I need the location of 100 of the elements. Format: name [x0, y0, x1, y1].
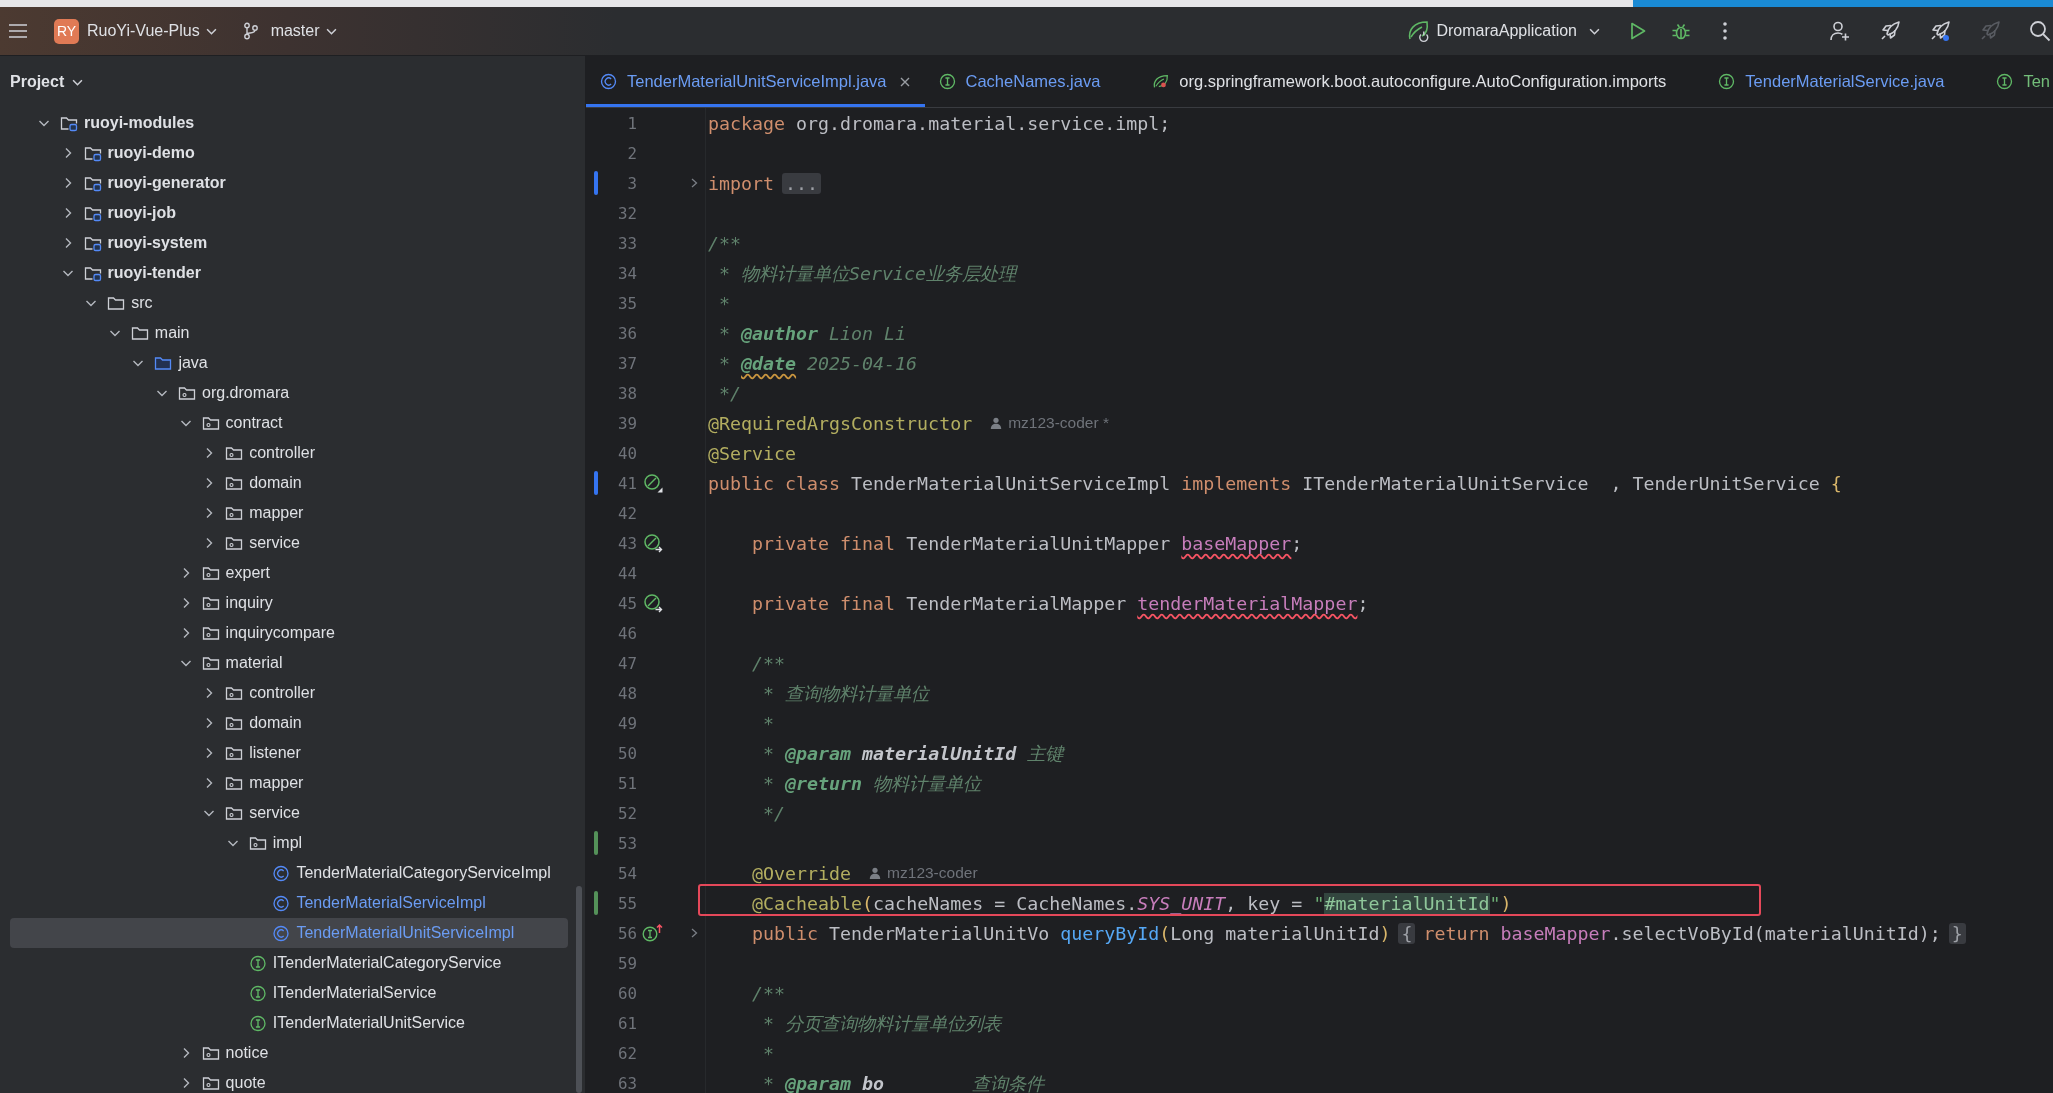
tree-item[interactable]: impl [10, 828, 568, 858]
branch-selector[interactable]: master [236, 15, 343, 47]
change-marker[interactable] [594, 171, 598, 195]
tree-item[interactable]: TenderMaterialCategoryServiceImpl [10, 858, 568, 888]
tree-item[interactable]: TenderMaterialUnitServiceImpl [10, 918, 568, 948]
tree-item[interactable]: ruoyi-modules [10, 108, 568, 138]
line-number: 51 [616, 773, 637, 793]
change-marker[interactable] [594, 831, 598, 855]
tree-item[interactable]: notice [10, 1038, 568, 1068]
code-line: * @date 2025-04-16 [719, 352, 918, 374]
leaf-icon [1152, 73, 1170, 90]
tree-item[interactable]: ITenderMaterialUnitService [10, 1008, 568, 1038]
tree-item[interactable]: contract [10, 408, 568, 438]
circle-slash-icon[interactable] [642, 533, 663, 553]
code-line: * [719, 292, 731, 314]
fold-icon[interactable] [689, 927, 699, 939]
more-icon [1723, 22, 1727, 40]
folder-icon [154, 354, 173, 372]
tree-item[interactable]: controller [10, 438, 568, 468]
change-marker[interactable] [594, 891, 598, 915]
line-number: 43 [616, 533, 637, 553]
run-configuration-selector[interactable]: DromaraApplication [1400, 15, 1606, 47]
tree-item[interactable]: domain [10, 708, 568, 738]
panel-title-dropdown[interactable]: Project [10, 73, 84, 91]
code-line: @Override [752, 862, 852, 884]
code-line: import [708, 172, 776, 194]
module-folder-icon [83, 144, 102, 162]
code-line: * @param bo 查询条件 [763, 1071, 1045, 1093]
close-icon[interactable] [898, 75, 911, 88]
folded-code[interactable]: } [1948, 922, 1966, 944]
tree-item[interactable]: mapper [10, 768, 568, 798]
tree-item[interactable]: ruoyi-demo [10, 138, 568, 168]
module-folder-icon [83, 174, 102, 192]
tree-item[interactable]: service [10, 528, 568, 558]
bug-icon [1671, 21, 1691, 41]
tree-item[interactable]: TenderMaterialServiceImpl [10, 888, 568, 918]
folded-code[interactable]: { [1398, 922, 1416, 944]
code-line: public TenderMaterialUnitVo queryById(Long materialUnitId) [752, 922, 1392, 944]
tree-item[interactable]: ITenderMaterialService [10, 978, 568, 1008]
rocket-icon [1929, 20, 1951, 42]
class-icon [272, 924, 291, 942]
change-marker[interactable] [594, 471, 598, 495]
circle-slash-icon[interactable] [642, 473, 663, 493]
tree-item[interactable]: quote [10, 1068, 568, 1093]
line-number: 61 [616, 1013, 637, 1033]
tree-item[interactable]: service [10, 798, 568, 828]
interface-up-arrow-icon[interactable] [641, 923, 664, 943]
tree-item[interactable]: material [10, 648, 568, 678]
folded-code[interactable]: ... [782, 172, 822, 194]
package-folder-icon [225, 714, 244, 732]
tree-item[interactable]: main [10, 318, 568, 348]
tree-item[interactable]: inquiry [10, 588, 568, 618]
project-selector[interactable]: RY RuoYi-Vue-Plus [48, 15, 223, 47]
interface-icon [1996, 73, 2014, 90]
tree-item[interactable]: listener [10, 738, 568, 768]
line-number: 60 [616, 983, 637, 1003]
code-line: @RequiredArgsConstructor [708, 412, 973, 434]
scrollbar-thumb[interactable] [576, 886, 582, 1093]
tree-item[interactable]: java [10, 348, 568, 378]
caret-icon [205, 27, 217, 35]
menu-icon [8, 23, 28, 39]
package-folder-icon [225, 744, 244, 762]
tree-item[interactable]: inquirycompare [10, 618, 568, 648]
tree-item[interactable]: org.dromara [10, 378, 568, 408]
line-number: 39 [616, 413, 637, 433]
circle-slash-icon[interactable] [642, 593, 663, 613]
tree-item[interactable]: controller [10, 678, 568, 708]
package-folder-icon [225, 474, 244, 492]
line-number: 32 [616, 203, 637, 223]
editor-tab[interactable]: org.springframework.boot.autoconfigure.AutoConfiguration.imports [1138, 56, 1705, 107]
author-hint[interactable]: mz123-coder [869, 864, 978, 882]
editor-tab[interactable]: Ten [1982, 56, 2053, 107]
editor-tab[interactable]: CacheNames.java [924, 56, 1139, 107]
tree-item[interactable]: ruoyi-generator [10, 168, 568, 198]
code-line: * @param materialUnitId 主键 [763, 741, 1064, 766]
code-line: return baseMapper.selectVoById(materialUnitId); [1422, 922, 1942, 944]
fold-icon[interactable] [689, 177, 699, 189]
code-line: @Cacheable(cacheNames = CacheNames.SYS_UNIT, key = "#materialUnitId") [752, 892, 1512, 914]
code-line: * 查询物料计量单位 [763, 681, 930, 706]
code-line: * @author Lion Li [719, 322, 907, 344]
editor-tab[interactable]: TenderMaterialService.java [1704, 56, 1983, 107]
tree-item[interactable]: expert [10, 558, 568, 588]
tree-item[interactable]: ruoyi-tender [10, 258, 568, 288]
line-number: 56 [616, 923, 637, 943]
tree-item[interactable]: ruoyi-job [10, 198, 568, 228]
line-number: 35 [616, 293, 637, 313]
line-number: 45 [616, 593, 637, 613]
code-line: * 物料计量单位Service业务层处理 [719, 261, 1017, 286]
code-line: private final TenderMaterialMapper tenderMaterialMapper; [752, 592, 1369, 614]
folder-icon [107, 294, 126, 312]
editor-tab[interactable]: TenderMaterialUnitServiceImpl.java [586, 56, 925, 107]
tree-item[interactable]: ruoyi-system [10, 228, 568, 258]
line-number: 54 [616, 863, 637, 883]
interface-icon [248, 1014, 267, 1032]
tree-item[interactable]: ITenderMaterialCategoryService [10, 948, 568, 978]
tree-item[interactable]: domain [10, 468, 568, 498]
author-hint[interactable]: mz123-coder * [990, 414, 1109, 432]
project-avatar: RY [54, 18, 79, 44]
tree-item[interactable]: src [10, 288, 568, 318]
tree-item[interactable]: mapper [10, 498, 568, 528]
